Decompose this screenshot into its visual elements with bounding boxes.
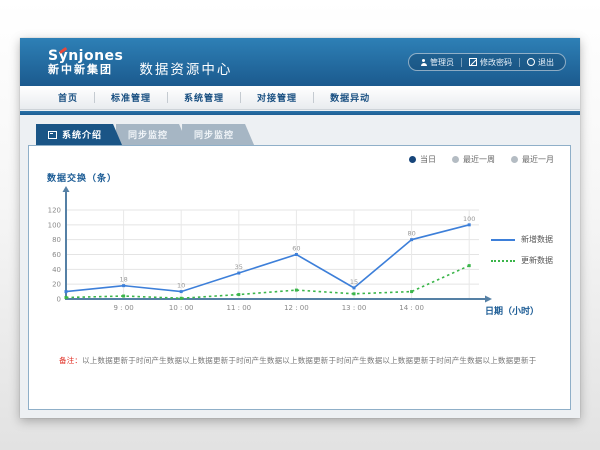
tab-strip: 系统介绍 同步监控 同步监控 xyxy=(36,124,254,145)
radio-last-week[interactable]: 最近一周 xyxy=(452,154,495,165)
svg-text:40: 40 xyxy=(52,266,61,274)
power-icon xyxy=(527,58,535,66)
time-range-filter: 当日 最近一周 最近一月 xyxy=(409,154,554,165)
svg-text:10 : 00: 10 : 00 xyxy=(169,304,194,312)
user-label: 管理员 xyxy=(430,57,454,68)
svg-text:18: 18 xyxy=(119,276,127,284)
dotted-line-swatch xyxy=(491,260,515,262)
svg-text:35: 35 xyxy=(235,263,243,271)
nav-accent-bar xyxy=(20,111,580,115)
page-title: 数据资源中心 xyxy=(139,46,232,78)
tab-sync-monitor-1[interactable]: 同步监控 xyxy=(116,124,188,145)
solid-line-swatch xyxy=(491,239,515,241)
footnote-label: 备注： xyxy=(59,356,82,365)
radio-last-month[interactable]: 最近一月 xyxy=(511,154,554,165)
footnote: 备注：以上数据更新于时间产生数据以上数据更新于时间产生数据以上数据更新于时间产生… xyxy=(59,355,561,366)
tab-system-intro[interactable]: 系统介绍 xyxy=(36,124,122,145)
svg-text:10: 10 xyxy=(177,282,185,290)
svg-text:11 : 00: 11 : 00 xyxy=(226,304,251,312)
svg-text:13 : 00: 13 : 00 xyxy=(342,304,367,312)
edit-icon xyxy=(469,58,477,66)
svg-text:60: 60 xyxy=(292,245,300,253)
legend-item-new-data[interactable]: 新增数据 xyxy=(491,234,553,245)
content-panel: 当日 最近一周 最近一月 数据交换（条） 0 20 40 60 80 100 120 9 : … xyxy=(28,145,571,410)
user-toolbar: 管理员 修改密码 退出 xyxy=(408,53,566,71)
svg-text:80: 80 xyxy=(52,236,61,244)
nav-item-home[interactable]: 首页 xyxy=(42,91,94,104)
main-nav: 首页 标准管理 系统管理 对接管理 数据异动 xyxy=(20,86,580,110)
nav-item-standard-management[interactable]: 标准管理 xyxy=(95,91,167,104)
svg-text:100: 100 xyxy=(48,221,61,229)
svg-text:0: 0 xyxy=(57,296,61,304)
radio-label: 最近一周 xyxy=(463,154,495,165)
svg-text:9 : 00: 9 : 00 xyxy=(114,304,134,312)
nav-item-integration-management[interactable]: 对接管理 xyxy=(241,91,313,104)
svg-text:80: 80 xyxy=(407,230,415,238)
y-axis-label: 数据交换（条） xyxy=(47,171,117,184)
nav-item-system-management[interactable]: 系统管理 xyxy=(168,91,240,104)
svg-text:15: 15 xyxy=(350,278,358,286)
logo: Synjones 新中新集团 xyxy=(48,49,123,76)
tab-label: 系统介绍 xyxy=(62,128,102,141)
line-chart: 0 20 40 60 80 100 120 9 : 00 10 : 00 11 : 00 12 : … xyxy=(39,186,559,334)
radio-label: 当日 xyxy=(420,154,436,165)
svg-text:20: 20 xyxy=(52,281,61,289)
app-header: Synjones 新中新集团 数据资源中心 管理员 修改密码 退出 xyxy=(20,38,580,86)
svg-text:60: 60 xyxy=(52,251,61,259)
tab-sync-monitor-2[interactable]: 同步监控 xyxy=(182,124,254,145)
user-icon xyxy=(420,59,427,66)
app-window: Synjones 新中新集团 数据资源中心 管理员 修改密码 退出 xyxy=(20,38,580,418)
document-icon xyxy=(48,131,57,139)
tab-label: 同步监控 xyxy=(128,128,168,141)
logo-text-secondary: 新中新集团 xyxy=(48,63,123,76)
nav-item-data-changes[interactable]: 数据异动 xyxy=(314,91,386,104)
desktop-background: Synjones 新中新集团 数据资源中心 管理员 修改密码 退出 xyxy=(0,0,600,450)
svg-text:12 : 00: 12 : 00 xyxy=(284,304,309,312)
tab-label: 同步监控 xyxy=(194,128,234,141)
radio-label: 最近一月 xyxy=(522,154,554,165)
radio-unselected-icon xyxy=(511,156,518,163)
legend-item-updated-data[interactable]: 更新数据 xyxy=(491,255,553,266)
footnote-text: 以上数据更新于时间产生数据以上数据更新于时间产生数据以上数据更新于时间产生数据以… xyxy=(82,356,536,365)
user-menu[interactable]: 管理员 xyxy=(413,57,461,68)
legend-label: 更新数据 xyxy=(521,255,553,266)
change-password-label: 修改密码 xyxy=(480,57,512,68)
legend-label: 新增数据 xyxy=(521,234,553,245)
logout-label: 退出 xyxy=(538,57,554,68)
x-axis-label: 日期（小时） xyxy=(485,304,539,317)
svg-text:14 : 00: 14 : 00 xyxy=(399,304,424,312)
change-password-button[interactable]: 修改密码 xyxy=(462,57,519,68)
logout-button[interactable]: 退出 xyxy=(520,57,561,68)
radio-unselected-icon xyxy=(452,156,459,163)
radio-selected-icon xyxy=(409,156,416,163)
svg-text:100: 100 xyxy=(463,215,475,223)
svg-text:120: 120 xyxy=(48,207,61,215)
chart-legend: 新增数据 更新数据 xyxy=(491,234,553,266)
radio-today[interactable]: 当日 xyxy=(409,154,436,165)
